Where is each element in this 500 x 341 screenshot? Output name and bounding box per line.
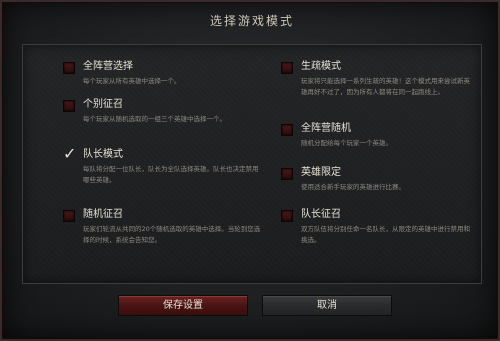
option-description: 随机分配给每个玩家一个英雄。: [301, 139, 392, 147]
option-description: 玩家们轮流从共同的20个随机选取的英雄中选择。当轮到您选择的时候，系统会告知您。: [83, 225, 261, 244]
option-description: 每个玩家从随机选取的一组三个英雄中选择一个。: [83, 115, 226, 123]
checkbox[interactable]: [281, 62, 293, 74]
option-description: 双方队伍将分别任命一名队长，从限定的英雄中进行禁用和挑选。: [301, 225, 470, 244]
option-label: 生疏模式: [301, 61, 341, 72]
options-panel: 全阵营选择 每个玩家从所有英雄中选择一个。 个别征召 每个玩家从随机选取的一组三…: [22, 44, 482, 284]
option-description: 每队将分配一位队长，队长为全队选择英雄。队长也决定禁用哪些英雄。: [83, 165, 259, 184]
option-label: 全阵营选择: [83, 61, 133, 72]
checkbox[interactable]: [63, 210, 75, 222]
checkbox[interactable]: [281, 124, 293, 136]
option-label: 队长征召: [301, 209, 341, 220]
checkbox[interactable]: [281, 210, 293, 222]
cancel-button[interactable]: 取消: [262, 295, 392, 316]
checkmark-icon: ✓: [63, 144, 77, 163]
mode-select-dialog: 选择游戏模式 全阵营选择 每个玩家从所有英雄中选择一个。 个别征召 每个玩家从随…: [0, 0, 500, 341]
dialog-title: 选择游戏模式: [209, 14, 294, 28]
option-description: 每个玩家从所有英雄中选择一个。: [83, 77, 181, 85]
option-label: 英雄限定: [301, 167, 341, 178]
checkbox[interactable]: [281, 168, 293, 180]
option-description: 使用适合新手玩家的英雄进行比赛。: [301, 183, 405, 191]
option-label: 个别征召: [83, 99, 123, 110]
checkbox[interactable]: [63, 100, 75, 112]
option-label: 全阵营随机: [301, 123, 351, 134]
option-description: 玩家将只能选择一系列生疏的英雄！这个模式用来尝试新英雄再好不过了，因为所有人都将…: [301, 77, 470, 96]
checkbox[interactable]: [63, 62, 75, 74]
option-label: 随机征召: [83, 209, 123, 220]
option-label: 队长模式: [83, 149, 123, 160]
save-settings-button[interactable]: 保存设置: [118, 295, 248, 316]
checkbox-checked[interactable]: ✓: [63, 146, 76, 162]
